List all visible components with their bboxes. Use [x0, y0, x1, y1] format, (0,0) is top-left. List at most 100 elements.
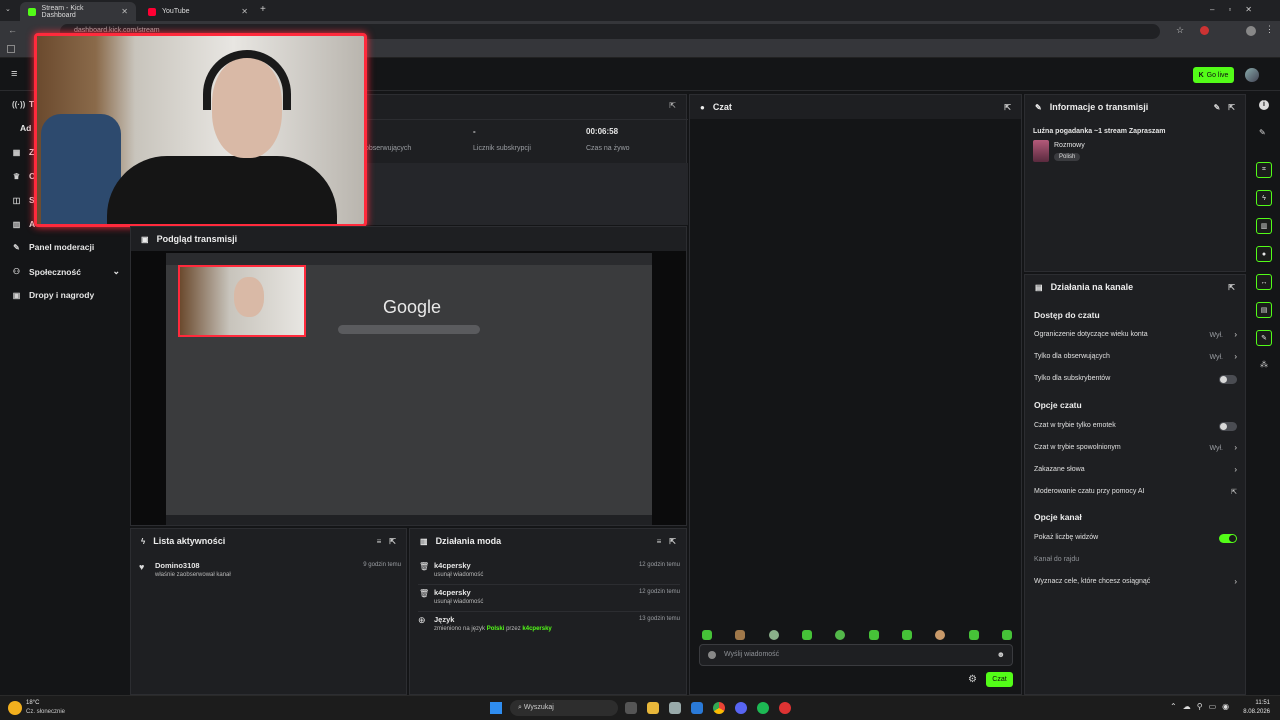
gift-icon: ▣	[12, 290, 21, 300]
rail-more-icon[interactable]: ⁂	[1260, 360, 1268, 369]
preview-video[interactable]: Google	[166, 253, 652, 525]
raid-channel-row[interactable]: Kanał do rajdu	[1025, 553, 1247, 569]
age-limit-row[interactable]: Ograniczenie dotyczące wieku konta Wył. …	[1025, 328, 1247, 344]
go-live-button[interactable]: K Go live	[1193, 67, 1234, 83]
filter-icon[interactable]: ≡	[657, 537, 662, 546]
close-icon[interactable]: ✕	[241, 7, 248, 16]
emoji-icon[interactable]: ☻	[997, 650, 1005, 659]
subs-only-toggle[interactable]	[1219, 375, 1237, 384]
tray-icons[interactable]: ⌃☁⚲▭◉	[1170, 702, 1235, 711]
ai-moderation-row[interactable]: Moderowanie czatu przy pomocy AI ⇱	[1025, 485, 1247, 501]
popout-icon[interactable]: ⇱	[389, 537, 396, 546]
emote-only-toggle[interactable]	[1219, 422, 1237, 431]
mod-action-item: 🗑 k4cpersky usunął wiadomość 12 godzin t…	[418, 561, 680, 585]
popout-icon[interactable]: ⇱	[669, 101, 676, 110]
chevron-right-icon: ›	[1234, 577, 1237, 586]
popout-icon[interactable]: ⇱	[1004, 103, 1011, 112]
preview-browser-bar	[166, 253, 652, 265]
edit-icon[interactable]: ✎	[1214, 103, 1221, 112]
emote-icon[interactable]	[702, 630, 712, 640]
avatar[interactable]	[1245, 68, 1259, 82]
slow-mode-row[interactable]: Czat w trybie spowolnionym Wył. ›	[1025, 441, 1247, 457]
info-icon[interactable]: i	[1259, 100, 1269, 110]
back-icon[interactable]: ←	[8, 25, 17, 35]
new-tab-icon[interactable]: +	[260, 4, 266, 15]
extension-icon[interactable]	[1200, 26, 1209, 35]
popout-icon[interactable]: ⇱	[1228, 103, 1235, 112]
rail-broadcast-icon[interactable]: ↔	[1256, 274, 1272, 290]
emote-icon[interactable]	[768, 630, 779, 640]
show-viewers-toggle[interactable]	[1219, 534, 1237, 543]
app-icon[interactable]	[779, 702, 791, 714]
rail-lightning-icon[interactable]: ϟ	[1256, 190, 1272, 206]
chat-send-button[interactable]: Czat	[986, 672, 1013, 687]
apps-icon[interactable]	[7, 45, 15, 53]
activity-text: właśnie zaobserwował kanał	[155, 572, 231, 578]
chrome-icon[interactable]	[713, 702, 725, 714]
discord-icon[interactable]	[735, 702, 747, 714]
emote-icon[interactable]	[935, 630, 946, 640]
banned-words-row[interactable]: Zakazane słowa ›	[1025, 463, 1247, 479]
activity-user[interactable]: Domino3108	[155, 561, 200, 570]
sidebar-item-drops[interactable]: ▣ Dropy i nagrody	[12, 290, 94, 300]
taskbar-search[interactable]: ⌕ Wyszukaj	[510, 700, 618, 716]
notepad-icon[interactable]	[669, 702, 681, 714]
channel-icon: ▤	[1035, 282, 1043, 292]
sidebar-item-partial-t[interactable]: ((·)) T	[12, 99, 34, 109]
filter-icon[interactable]: ≡	[377, 537, 382, 546]
sidebar-item-community[interactable]: ⚇ Społeczność ⌄	[12, 266, 120, 277]
show-viewers-row: Pokaż liczbę widzów	[1025, 531, 1247, 547]
webcam-body	[107, 156, 337, 224]
pencil-icon[interactable]: ✎	[1259, 128, 1266, 137]
sidebar-item-partial-o[interactable]: ♛ O	[12, 171, 36, 181]
emote-icon[interactable]	[735, 630, 746, 640]
mod-action-item: 🗑 k4cpersky usunął wiadomość 12 godzin t…	[418, 588, 680, 612]
chat-options-heading: Opcje czatu	[1034, 400, 1082, 410]
preview-webcam-person	[234, 277, 264, 317]
rail-chat-icon[interactable]: ●	[1256, 246, 1272, 262]
emote-icon[interactable]	[801, 630, 812, 640]
start-icon[interactable]	[490, 702, 502, 714]
stream-info-header: ✎ Informacje o transmisji ✎ ⇱	[1025, 95, 1245, 119]
mod-action-user[interactable]: k4cpersky	[434, 588, 471, 597]
chat-input[interactable]: Wyślij wiadomość ☻	[699, 644, 1013, 666]
emote-icon[interactable]	[968, 630, 979, 640]
menu-dots-icon[interactable]: ⋮	[1265, 24, 1274, 35]
rail-scene-icon[interactable]: ⌗	[1256, 162, 1272, 178]
sidebar-item-partial-ad[interactable]: Ad	[20, 123, 31, 133]
globe-icon: ⊕	[418, 615, 426, 625]
explorer-icon[interactable]	[647, 702, 659, 714]
chat-header: ● Czat ⇱	[690, 95, 1021, 119]
tab-title: Stream - Kick Dashboard	[41, 4, 84, 19]
followers-only-row[interactable]: Tylko dla obserwujących Wył. ›	[1025, 350, 1247, 366]
mod-action-user[interactable]: k4cpersky	[434, 561, 471, 570]
task-view-icon[interactable]	[625, 702, 637, 714]
window-controls[interactable]: –▫✕	[1210, 5, 1266, 14]
spotify-icon[interactable]	[757, 702, 769, 714]
clock-time: 11:51	[1255, 700, 1270, 706]
sidebar-item-partial-z[interactable]: ▦ Z	[12, 147, 34, 157]
emote-icon[interactable]	[868, 630, 879, 640]
popout-icon[interactable]: ⇱	[1228, 283, 1235, 292]
channel-actions-panel: ▤ Działania na kanale ⇱ Dostęp do czatu …	[1024, 274, 1246, 695]
sidebar-item-partial-a[interactable]: ▥ A	[12, 219, 35, 229]
sidebar-item-moderation[interactable]: ✎ Panel moderacji	[12, 242, 94, 252]
hamburger-icon[interactable]: ≡	[11, 68, 17, 80]
tab-kick-dashboard[interactable]: Stream - Kick Dashboard ✕	[20, 2, 136, 21]
star-icon[interactable]: ☆	[1176, 25, 1184, 36]
rail-wrench-icon[interactable]: ✎	[1256, 330, 1272, 346]
rail-channel-icon[interactable]: ▤	[1256, 302, 1272, 318]
wrench-icon: ✎	[13, 242, 20, 252]
profile-icon[interactable]	[1246, 26, 1256, 36]
rail-trash-icon[interactable]: ▥	[1256, 218, 1272, 234]
emote-icon[interactable]	[835, 630, 846, 640]
emote-icon[interactable]	[901, 630, 912, 640]
tab-youtube[interactable]: YouTube ✕	[140, 2, 256, 21]
popout-icon[interactable]: ⇱	[669, 537, 676, 546]
emote-icon[interactable]	[1001, 630, 1012, 640]
chat-settings-icon[interactable]: ⚙	[968, 674, 977, 685]
set-goals-row[interactable]: Wyznacz cele, które chcesz osiągnąć ›	[1025, 575, 1247, 591]
mail-icon[interactable]	[691, 702, 703, 714]
tab-menu-icon[interactable]: ⌄	[5, 5, 16, 16]
close-icon[interactable]: ✕	[121, 7, 128, 16]
